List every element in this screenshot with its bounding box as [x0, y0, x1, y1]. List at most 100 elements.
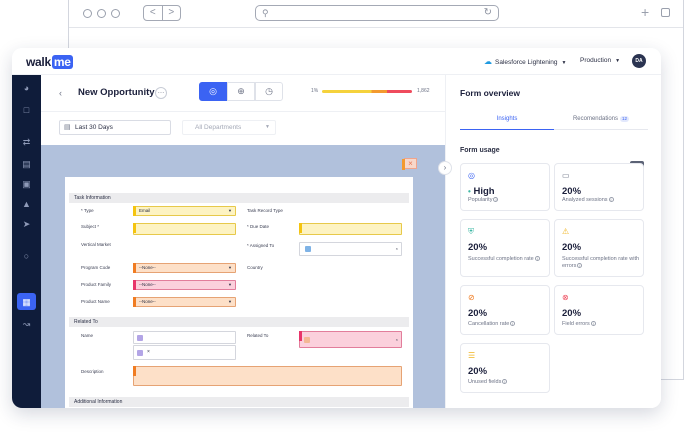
insight-card-field-errors[interactable]: ⊗ 20% Field errors i	[554, 285, 644, 335]
search-icon: ⚲	[262, 8, 269, 18]
product-name-value: --None--	[139, 299, 156, 304]
type-label: * Type	[81, 208, 94, 213]
window-zoom-dot[interactable]	[111, 9, 120, 18]
chevron-down-icon: ▼	[228, 265, 232, 270]
card-label: Successful completion rate with errors i	[562, 256, 644, 270]
info-icon[interactable]: i	[502, 379, 508, 385]
count-badge: 12	[620, 116, 630, 122]
product-family-select[interactable]: --None-- ▼	[133, 280, 236, 290]
system-selector[interactable]: ☁ Salesforce Lightening ▼	[484, 57, 566, 66]
card-label: Cancellation rate i	[468, 321, 550, 328]
completion-rate-label: Successful completion rate	[468, 256, 534, 262]
canvas-close-button[interactable]: ×	[402, 158, 417, 170]
insight-card-cancellation-rate[interactable]: ⊘ 20% Cancellation rate i	[460, 285, 550, 335]
chevron-left-icon[interactable]: ‹	[59, 88, 62, 98]
completion-errors-value: 20%	[562, 242, 582, 253]
side-navigation: ◕ □ ⇄ ▤ ▣ ▲ ➤ ○ ▦ ↝	[12, 75, 41, 408]
reload-icon[interactable]: ↻	[484, 7, 492, 18]
page-title: New Opportunity	[78, 87, 155, 98]
browser-back-button[interactable]: <	[144, 6, 163, 20]
insight-card-analyzed-sessions[interactable]: ▭ 20% Analyzed sessions i	[554, 163, 644, 211]
info-icon[interactable]: i	[577, 263, 583, 269]
lightbulb-icon[interactable]: ○	[21, 251, 32, 261]
folder-icon[interactable]: □	[21, 105, 32, 115]
rocket-icon[interactable]: ➤	[21, 219, 32, 229]
tab-recommendations-label: Recomendations	[572, 116, 618, 122]
cancel-icon: ⊘	[468, 293, 475, 302]
program-code-value: --None--	[139, 265, 156, 270]
tab-recommendations[interactable]: Recomendations 12	[554, 113, 648, 130]
view-mode-history-button[interactable]: ◷	[255, 82, 283, 101]
insight-card-unused-fields[interactable]: ☰ 20% Unused fields i	[460, 343, 550, 393]
clear-icon[interactable]: ×	[396, 245, 398, 253]
name-type-field[interactable]	[133, 331, 236, 344]
card-label: Unused fields i	[468, 379, 550, 386]
related-to-field[interactable]: ×	[299, 331, 402, 348]
description-field[interactable]	[133, 366, 402, 386]
task-record-type-label: Task Record Type	[247, 208, 283, 213]
info-icon[interactable]: i	[493, 197, 499, 203]
product-name-select[interactable]: --None-- ▼	[133, 297, 236, 307]
info-icon[interactable]: i	[534, 256, 540, 262]
salesforce-form: Task Information * Type Email ▼ Task Reco…	[65, 177, 413, 408]
clear-icon[interactable]: ×	[396, 336, 398, 344]
type-field[interactable]: Email ▼	[133, 206, 236, 216]
insight-card-popularity[interactable]: ◎ • High Popularity i	[460, 163, 550, 211]
date-range-filter[interactable]: ▤ Last 30 Days	[59, 120, 171, 135]
shield-check-icon: ⛨	[468, 227, 474, 236]
clock-icon: ◷	[265, 86, 273, 96]
panel-collapse-button[interactable]: ›	[438, 161, 452, 175]
calendar-check-icon[interactable]: ▣	[21, 179, 32, 189]
tab-insights[interactable]: Insights	[460, 113, 554, 130]
due-date-field[interactable]	[299, 223, 402, 235]
view-mode-preview-button[interactable]: ◎	[199, 82, 227, 101]
info-icon[interactable]: i	[590, 321, 596, 327]
window-minimize-dot[interactable]	[97, 9, 106, 18]
type-value: Email	[139, 208, 151, 213]
chevron-right-icon: ›	[443, 163, 447, 172]
info-icon[interactable]: i	[608, 197, 614, 203]
vertical-market-label: Vertical Market	[81, 242, 111, 247]
environment-selector[interactable]: Production ▼	[580, 57, 620, 64]
program-code-select[interactable]: --None-- ▼	[133, 263, 236, 273]
form-icon: ▦	[22, 297, 31, 307]
walkme-app-window: walk me ☁ Salesforce Lightening ▼ Productio…	[12, 48, 661, 408]
graduation-icon[interactable]: ▲	[21, 199, 32, 209]
card-label: Field errors i	[562, 321, 644, 328]
insight-card-completion-rate[interactable]: ⛨ 20% Successful completion rate i	[460, 219, 550, 277]
chevron-down-icon: ▼	[228, 299, 232, 304]
new-tab-button[interactable]: +	[641, 4, 649, 20]
usage-gradient-bar	[322, 90, 412, 93]
translate-icon[interactable]: ⇄	[21, 137, 32, 147]
name-label: Name	[81, 333, 94, 338]
view-mode-add-button[interactable]: ⊕	[227, 82, 255, 101]
tabs-overview-icon[interactable]	[661, 8, 670, 17]
form-preview-canvas: × Task Information * Type Email ▼ Task Re…	[41, 145, 445, 408]
window-close-dot[interactable]	[83, 9, 92, 18]
record-chip-icon	[304, 337, 310, 343]
chevron-down-icon: ▼	[615, 58, 621, 64]
browser-toolbar: < > ⚲ ↻ +	[69, 0, 683, 28]
subject-field[interactable]	[133, 223, 236, 235]
info-icon[interactable]: i	[510, 321, 516, 327]
user-avatar[interactable]: DA	[632, 54, 646, 68]
department-filter[interactable]: All Departments ▼	[182, 120, 276, 135]
clear-icon[interactable]: ×	[147, 348, 150, 356]
document-icon[interactable]: ▤	[21, 159, 32, 169]
assigned-to-field[interactable]: ×	[299, 242, 402, 256]
browser-url-bar[interactable]: ⚲ ↻	[255, 5, 499, 21]
chevron-down-icon: ▼	[228, 282, 232, 287]
name-lookup-field[interactable]: ×	[133, 345, 236, 360]
more-options-button[interactable]: …	[155, 87, 167, 99]
browser-forward-button[interactable]: >	[163, 6, 181, 20]
unused-fields-label: Unused fields	[468, 379, 502, 385]
dashboard-icon[interactable]: ◕	[21, 83, 32, 93]
section-additional-information: Additional Information	[69, 397, 409, 407]
system-name: Salesforce Lightening	[495, 59, 558, 66]
panel-title: Form overview	[460, 88, 520, 98]
card-value: • High	[468, 186, 495, 197]
record-type-icon	[137, 335, 143, 341]
analytics-icon[interactable]: ↝	[21, 319, 32, 329]
insight-card-completion-with-errors[interactable]: ⚠ 20% Successful completion rate with er…	[554, 219, 644, 277]
section-related-to: Related To	[69, 317, 409, 327]
